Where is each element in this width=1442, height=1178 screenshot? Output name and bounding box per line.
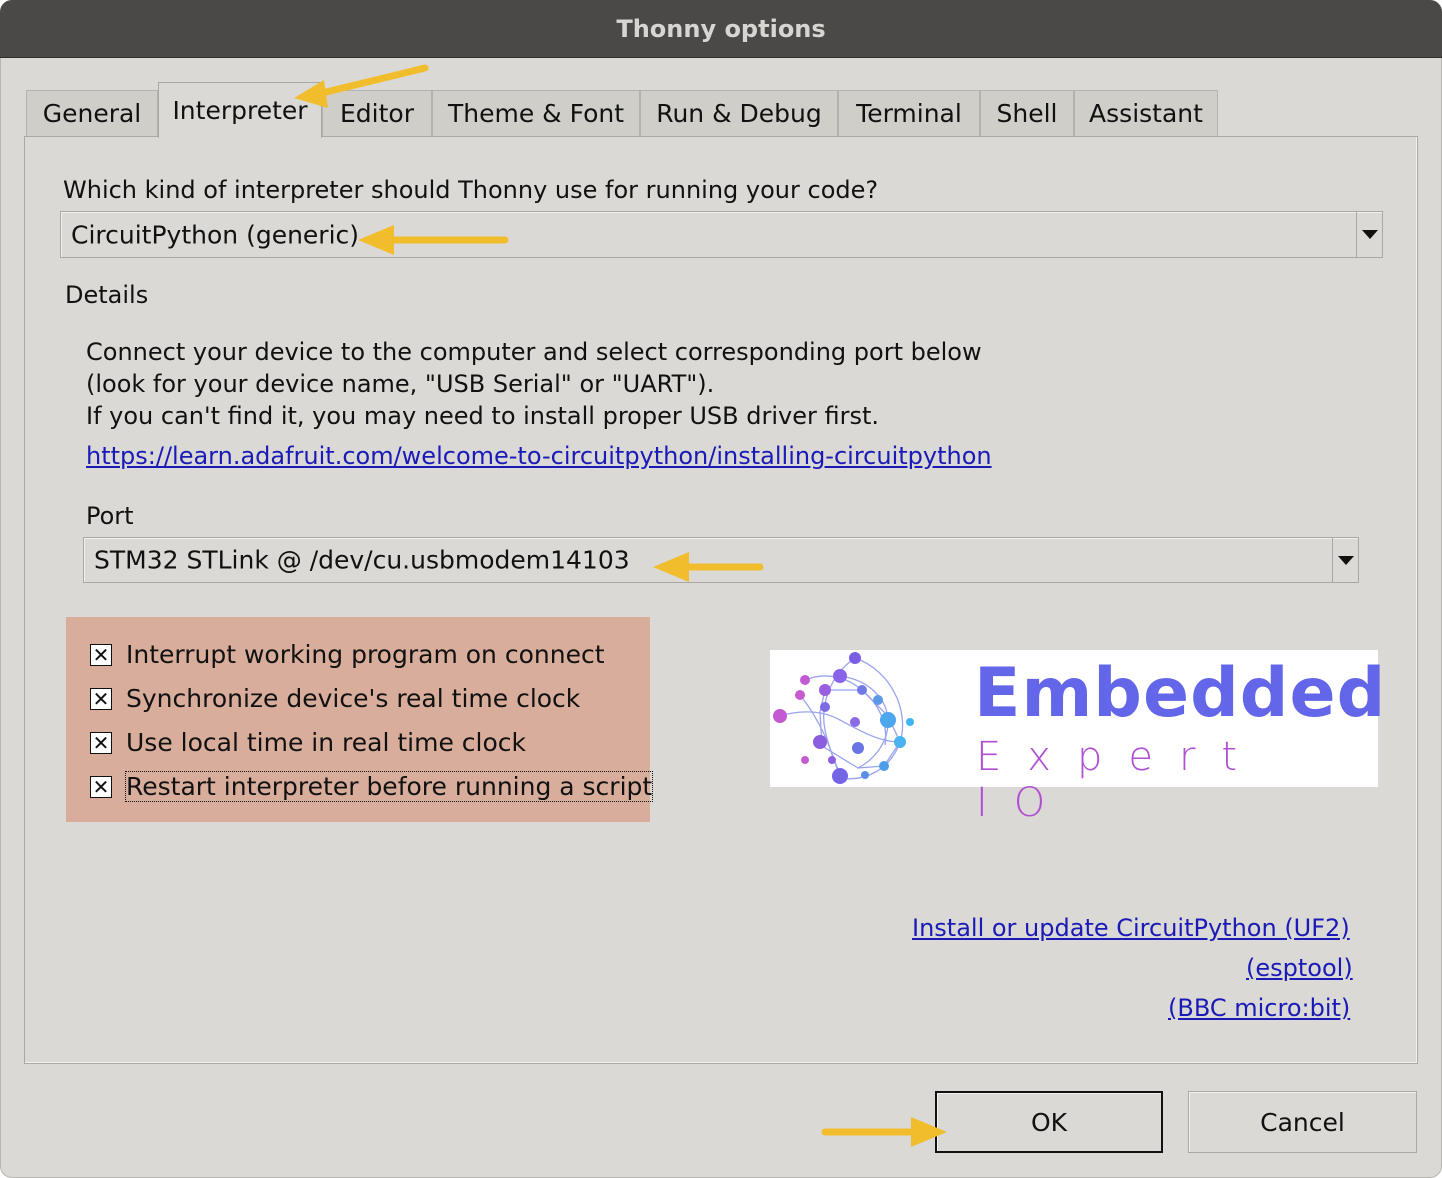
annotation-arrow-icon — [821, 1117, 947, 1147]
details-line-2: (look for your device name, "USB Serial"… — [86, 370, 715, 398]
port-select[interactable]: STM32 STLink @ /dev/cu.usbmodem14103 — [83, 537, 1359, 583]
tab-assistant[interactable]: Assistant — [1074, 90, 1218, 136]
details-heading: Details — [65, 281, 149, 309]
tab-editor[interactable]: Editor — [322, 90, 432, 136]
tab-run-debug[interactable]: Run & Debug — [640, 90, 838, 136]
details-line-3: If you can't find it, you may need to in… — [86, 402, 880, 430]
tab-interpreter[interactable]: Interpreter — [158, 82, 322, 138]
checkbox-restart[interactable]: ✕ — [90, 776, 112, 798]
tab-shell[interactable]: Shell — [980, 90, 1074, 136]
checkbox-interrupt[interactable]: ✕ — [90, 644, 112, 666]
checkbox-restart-label[interactable]: Restart interpreter before running a scr… — [124, 771, 654, 802]
logo-title: Embedded — [974, 654, 1387, 733]
chevron-down-icon — [1361, 230, 1378, 239]
tab-theme-font[interactable]: Theme & Font — [432, 90, 640, 136]
ok-button[interactable]: OK — [935, 1091, 1163, 1153]
checkbox-sync-clock[interactable]: ✕ — [90, 688, 112, 710]
port-label: Port — [86, 502, 134, 530]
interpreter-select-value: CircuitPython (generic) — [71, 220, 360, 249]
interpreter-question: Which kind of interpreter should Thonny … — [63, 176, 879, 204]
chevron-down-icon — [1337, 555, 1354, 565]
circuitpython-install-link[interactable]: https://learn.adafruit.com/welcome-to-ci… — [86, 442, 992, 470]
cancel-button[interactable]: Cancel — [1188, 1091, 1417, 1153]
window-title: Thonny options — [0, 0, 1442, 58]
checkbox-local-time-label[interactable]: Use local time in real time clock — [126, 728, 526, 757]
interpreter-dropdown-button[interactable] — [1356, 212, 1382, 257]
network-globe-icon — [773, 652, 914, 784]
install-esptool-link[interactable]: (esptool) — [1246, 954, 1353, 982]
port-select-value: STM32 STLink @ /dev/cu.usbmodem14103 — [94, 545, 630, 575]
tab-general[interactable]: General — [26, 90, 158, 136]
details-line-1: Connect your device to the computer and … — [86, 338, 982, 366]
logo-subtitle: Expert IO — [976, 734, 1264, 826]
interpreter-select[interactable]: CircuitPython (generic) — [60, 211, 1383, 258]
checkbox-sync-clock-label[interactable]: Synchronize device's real time clock — [126, 684, 580, 713]
options-dialog: Thonny options General Interpreter Edito… — [0, 0, 1442, 1178]
embedded-expert-io-logo: Embedded Expert IO — [770, 650, 1385, 826]
install-microbit-link[interactable]: (BBC micro:bit) — [1168, 994, 1350, 1022]
checkbox-local-time[interactable]: ✕ — [90, 732, 112, 754]
connection-options-group: ✕ Interrupt working program on connect ✕… — [66, 617, 654, 822]
checkbox-interrupt-label[interactable]: Interrupt working program on connect — [126, 640, 605, 669]
port-dropdown-button[interactable] — [1332, 538, 1358, 582]
install-uf2-link[interactable]: Install or update CircuitPython (UF2) — [912, 914, 1350, 942]
tab-terminal[interactable]: Terminal — [838, 90, 980, 136]
